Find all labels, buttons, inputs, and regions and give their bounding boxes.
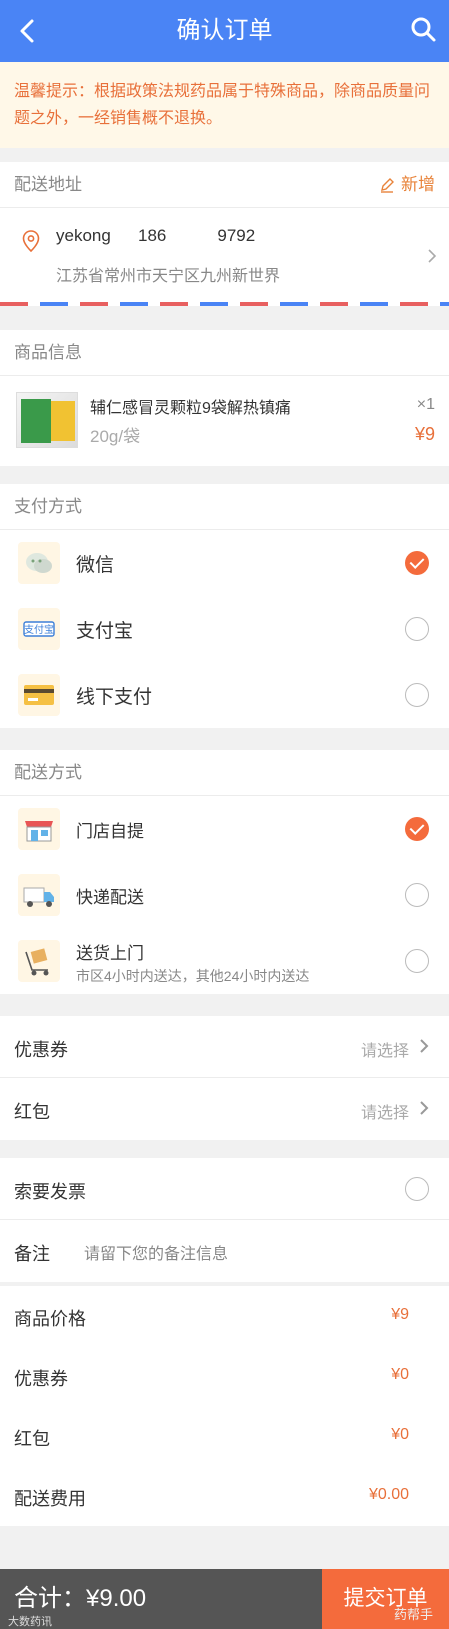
discount-section: 优惠券 请选择 红包 请选择: [0, 1016, 449, 1140]
alipay-icon: 支付宝: [18, 608, 60, 650]
redpacket-value: 请选择: [360, 1105, 409, 1122]
radio-checked[interactable]: [405, 817, 429, 841]
product-price: ¥9: [414, 424, 435, 444]
summary-label: 配送费用: [14, 1489, 86, 1509]
watermark-right: 药帮手: [393, 1607, 433, 1622]
delivery-option-pickup[interactable]: 门店自提: [0, 796, 449, 862]
product-name: 辅仁感冒灵颗粒9袋解热镇痛: [90, 400, 291, 417]
payment-option-wechat[interactable]: 微信: [0, 530, 449, 596]
summary-row: 配送费用 ¥0.00: [0, 1466, 449, 1526]
product-qty: ×1: [416, 396, 435, 413]
page-title: 确认订单: [176, 17, 273, 44]
edit-icon: [381, 178, 394, 193]
section-title: 支付方式: [0, 484, 449, 530]
summary-value: ¥0.00: [368, 1486, 409, 1503]
wechat-icon: [18, 542, 60, 584]
payment-option-alipay[interactable]: 支付宝 支付宝: [0, 596, 449, 662]
delivery-sublabel: 市区4小时内送达，其他24小时内送达: [76, 968, 310, 984]
radio-unchecked[interactable]: [405, 883, 429, 907]
checkout-bar: 合计：¥9.00 提交订单: [0, 1569, 449, 1629]
address-card[interactable]: yekong 186 9792 江苏省常州市天宁区九州新世界: [0, 208, 449, 306]
product-spec: 20g/袋: [90, 427, 141, 446]
payment-label: 支付宝: [76, 621, 134, 642]
section-title: 商品信息: [0, 330, 449, 376]
section-title: 配送方式: [0, 750, 449, 796]
invoice-radio[interactable]: [405, 1177, 429, 1201]
delivery-section: 配送方式 门店自提 快递配送 送货上门 市区4小时内送达，其他24小时内送达: [0, 750, 449, 994]
store-icon: [18, 808, 60, 850]
radio-unchecked[interactable]: [405, 949, 429, 973]
redpacket-label: 红包: [14, 1102, 50, 1122]
chevron-right-icon: [420, 1101, 429, 1115]
coupon-value: 请选择: [360, 1043, 409, 1060]
recipient-phone: 186 9792: [138, 226, 256, 245]
remark-label: 备注: [14, 1244, 50, 1264]
address-detail: 江苏省常州市天宁区九州新世界: [56, 268, 281, 285]
summary-row: 商品价格 ¥9: [0, 1286, 449, 1346]
summary-label: 优惠券: [14, 1369, 68, 1389]
chevron-right-icon: [420, 1039, 429, 1053]
remark-input[interactable]: 请留下您的备注信息: [84, 1240, 228, 1264]
payment-label: 微信: [76, 555, 115, 576]
add-address-button[interactable]: 新增: [379, 162, 435, 208]
radio-checked[interactable]: [405, 551, 429, 575]
delivery-option-express[interactable]: 快递配送: [0, 862, 449, 928]
summary-value: ¥0: [391, 1426, 409, 1443]
summary-row: 优惠券 ¥0: [0, 1346, 449, 1406]
remark-row[interactable]: 备注 请留下您的备注信息: [0, 1220, 449, 1282]
radio-unchecked[interactable]: [405, 683, 429, 707]
delivery-label: 门店自提: [76, 822, 144, 841]
summary-label: 红包: [14, 1429, 50, 1449]
summary-row: 红包 ¥0: [0, 1406, 449, 1466]
coupon-label: 优惠券: [14, 1040, 68, 1060]
chevron-right-icon: [428, 249, 437, 263]
invoice-label: 索要发票: [14, 1182, 86, 1202]
search-icon[interactable]: [409, 15, 437, 43]
section-title: 配送地址: [14, 175, 82, 194]
coupon-row[interactable]: 优惠券 请选择: [0, 1016, 449, 1078]
svg-text:支付宝: 支付宝: [24, 623, 54, 636]
recipient-name: yekong: [56, 226, 111, 245]
product-section: 商品信息 辅仁感冒灵颗粒9袋解热镇痛 20g/袋 ×1 ¥9: [0, 330, 449, 466]
delivery-label: 送货上门: [76, 944, 144, 963]
product-image: [16, 392, 78, 448]
invoice-section: 索要发票 备注 请留下您的备注信息: [0, 1158, 449, 1282]
add-address-label: 新增: [401, 175, 435, 194]
summary-label: 商品价格: [14, 1309, 86, 1329]
payment-option-offline[interactable]: 线下支付: [0, 662, 449, 728]
invoice-row[interactable]: 索要发票: [0, 1158, 449, 1220]
product-item[interactable]: 辅仁感冒灵颗粒9袋解热镇痛 20g/袋 ×1 ¥9: [0, 376, 449, 466]
redpacket-row[interactable]: 红包 请选择: [0, 1078, 449, 1140]
card-icon: [18, 674, 60, 716]
payment-label: 线下支付: [76, 687, 153, 708]
delivery-option-door[interactable]: 送货上门 市区4小时内送达，其他24小时内送达: [0, 928, 449, 994]
price-summary: 商品价格 ¥9 优惠券 ¥0 红包 ¥0 配送费用 ¥0.00: [0, 1286, 449, 1526]
watermark-left: 大数药讯: [8, 1616, 52, 1628]
location-pin-icon: [22, 230, 40, 252]
radio-unchecked[interactable]: [405, 617, 429, 641]
address-section: 配送地址 新增 yekong 186 9792 江苏省常州市天宁区九州新世界: [0, 162, 449, 306]
notice-banner: 温馨提示：根据政策法规药品属于特殊商品，除商品质量问题之外，一经销售概不退换。: [0, 62, 449, 148]
summary-value: ¥0: [391, 1366, 409, 1383]
delivery-label: 快递配送: [76, 888, 144, 907]
payment-section: 支付方式 微信 支付宝 支付宝 线下支付: [0, 484, 449, 728]
top-bar: 确认订单: [0, 0, 449, 62]
delivery-cart-icon: [18, 940, 60, 982]
airmail-border: [0, 302, 449, 306]
summary-value: ¥9: [391, 1306, 409, 1323]
truck-icon: [18, 874, 60, 916]
